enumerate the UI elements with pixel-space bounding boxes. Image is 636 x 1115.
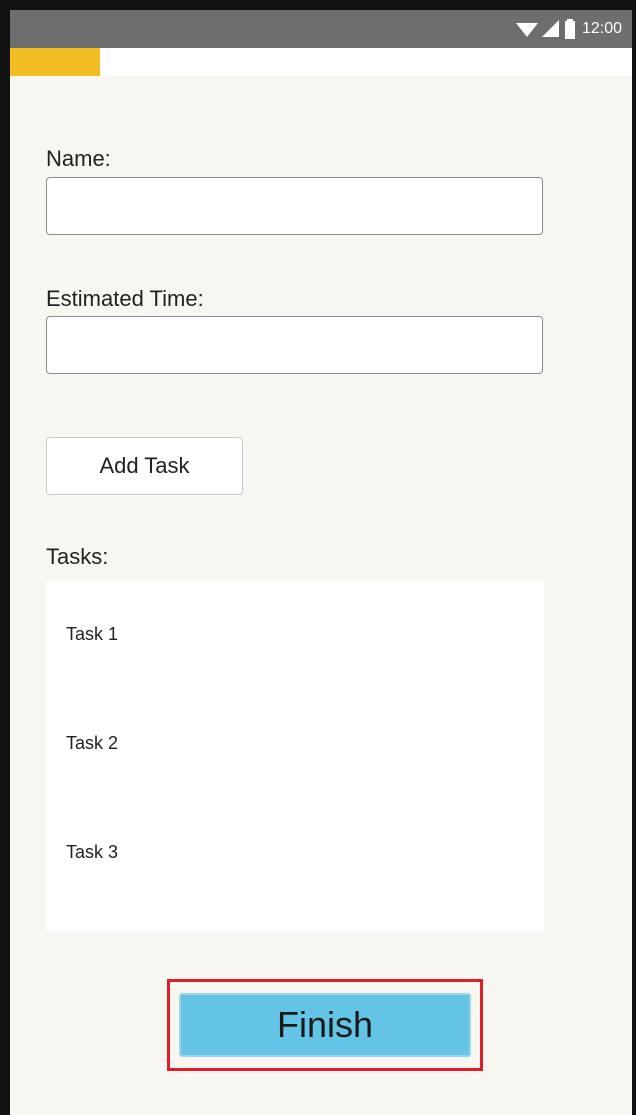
- wifi-icon: [515, 20, 538, 38]
- list-item[interactable]: Task 3: [66, 842, 118, 863]
- add-task-button[interactable]: Add Task: [46, 437, 243, 495]
- status-time: 12:00: [581, 20, 622, 37]
- estimated-time-label: Estimated Time:: [46, 286, 204, 311]
- status-icons: 12:00: [515, 19, 622, 39]
- phone-screen: 12:00 Name: Estimated Time: Add Task Tas…: [0, 0, 636, 1115]
- task-list: Task 1 Task 2 Task 3: [46, 581, 544, 931]
- signal-icon: [541, 20, 560, 38]
- tasks-label: Tasks:: [46, 544, 109, 569]
- finish-button[interactable]: Finish: [179, 993, 471, 1057]
- status-bar: 12:00: [10, 10, 632, 48]
- battery-icon: [564, 19, 576, 39]
- tab-indicator: [10, 48, 100, 76]
- list-item[interactable]: Task 1: [66, 624, 118, 645]
- app-header: [10, 48, 632, 76]
- name-input[interactable]: [46, 177, 543, 235]
- list-item[interactable]: Task 2: [66, 733, 118, 754]
- name-label: Name:: [46, 146, 111, 171]
- estimated-time-input[interactable]: [46, 316, 543, 374]
